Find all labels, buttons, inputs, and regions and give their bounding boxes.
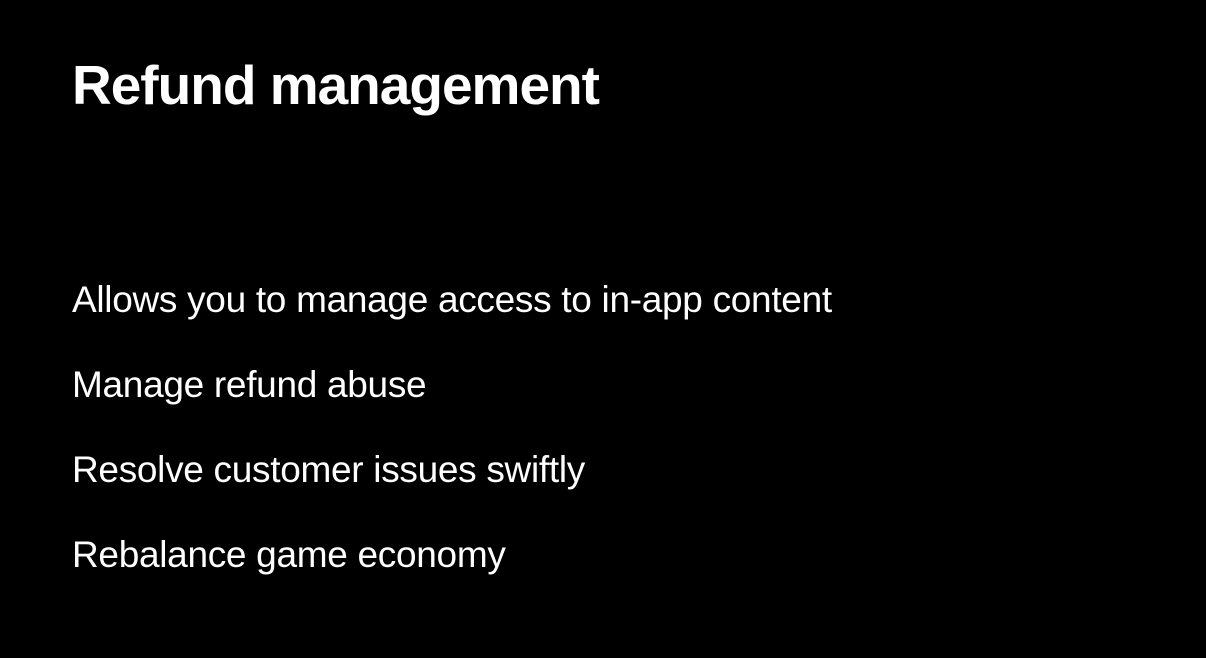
bullet-item-manage-access: Allows you to manage access to in-app co… xyxy=(72,279,832,320)
bullet-item-customer-issues: Resolve customer issues swiftly xyxy=(72,449,585,490)
slide-title: Refund management xyxy=(72,54,600,116)
bullet-item-game-economy: Rebalance game economy xyxy=(72,534,506,575)
bullet-list: Allows you to manage access to in-app co… xyxy=(72,276,832,616)
presentation-slide: Refund management Allows you to manage a… xyxy=(0,0,1206,658)
bullet-item-refund-abuse: Manage refund abuse xyxy=(72,364,427,405)
